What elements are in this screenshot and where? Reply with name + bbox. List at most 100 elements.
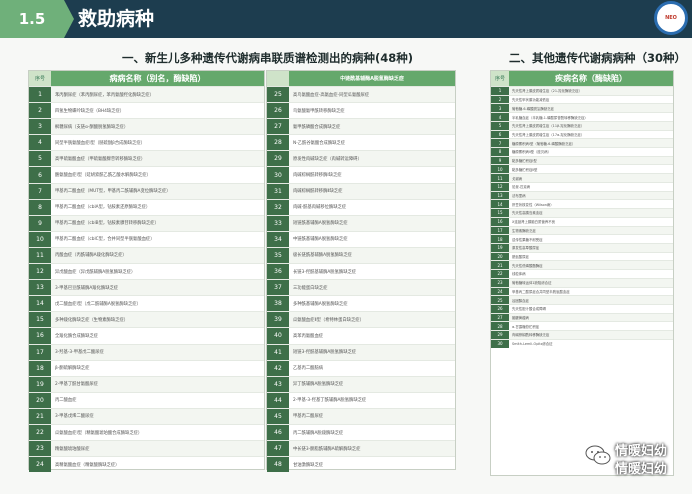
table-row: 17 3-羟基-3-甲基戊二酸尿症	[29, 343, 264, 360]
table-row: 13 3-甲基巴豆酰辅酶A羧化酶缺乏症	[29, 279, 264, 296]
table-row: 18 遗传性果糖不耐受症	[491, 234, 673, 243]
disease-name: 苯丙酮尿症（苯丙酮尿症，苯丙氨酸羟化酶缺乏症）	[51, 87, 264, 103]
disease-name: 酪氨酸血症Ⅰ型（延胡索酰乙酰乙酸水解酶缺乏症）	[55, 173, 151, 179]
table-row: 11 戈谢病	[491, 173, 673, 182]
table-row: 20 丙二酸血症	[29, 391, 264, 408]
disease-name: 甲基丙二酸尿症	[289, 408, 455, 424]
table-row: 10 甲基丙二酸血症（cblC型，合并同型半胱氨酸血症）	[29, 230, 264, 247]
table-row: 14 戊二酸血症Ⅰ型（戊二酰辅酶A脱氢酶缺乏症）	[29, 295, 264, 312]
table-row: 16 全羧化酶合成酶缺乏症	[29, 327, 264, 344]
disease-table-1: 序号 病病名称（别名，酶缺陷） 1 苯丙酮尿症（苯丙酮尿症，苯丙氨酸羟化酶缺乏症）…	[28, 70, 265, 473]
row-number: 44	[267, 392, 289, 408]
row-number: 37	[267, 280, 289, 296]
table-row: 6 先天性肾上腺皮质增生症（17α-羟化酶缺乏症）	[491, 129, 673, 139]
disease-name: 鸟氨酸氨甲酰转移酶缺乏症	[293, 108, 345, 114]
row-number: 15	[29, 312, 51, 328]
table-body: 1 先天性肾上腺皮质增生症（21-羟化酶缺乏症） 2 先天性甲状腺功能减低症 3 葡萄糖-…	[491, 86, 673, 348]
disease-name: 生物素酶缺乏症	[509, 226, 673, 235]
table-header: 中链酰基辅酶A脱氢酶缺乏症	[267, 71, 455, 86]
row-number: 31	[267, 183, 289, 199]
row-number: 25	[491, 296, 509, 304]
row-number: 7	[29, 183, 51, 199]
row-number: 12	[491, 182, 509, 191]
table-row: 47 中长链3-酮脂酰辅酶A硫解酶缺乏症	[267, 440, 455, 457]
row-number: 9	[29, 215, 51, 231]
disease-name: 原发性肉碱缺乏症（肉碱转运障碍）	[289, 151, 455, 167]
row-number: 41	[267, 344, 289, 360]
disease-name: 线粒体病	[512, 272, 526, 277]
row-number: 4	[491, 113, 509, 121]
row-number: 21	[29, 408, 51, 424]
disease-name: 全羧化酶合成酶缺乏症	[55, 333, 98, 339]
row-number: 29	[267, 151, 289, 167]
row-number: 26	[267, 103, 289, 119]
table-row: 28 N-乙酰谷氨酸合成酶缺乏症	[267, 134, 455, 151]
row-number: 27	[491, 313, 509, 322]
table-row: 45 甲基丙二酸尿症	[267, 407, 455, 424]
disease-name: 2-甲基-3-羟基丁酰辅酶A脱氢酶缺乏症	[293, 398, 367, 404]
disease-table-2: 中链酰基辅酶A脱氢酶缺乏症 25 高鸟氨酸血症-高氨血症-同型瓜氨酸尿症 26 鸟氨酸…	[266, 70, 456, 473]
table-row: 25 谷固醇血症	[491, 295, 673, 304]
table-body: 25 高鸟氨酸血症-高氨血症-同型瓜氨酸尿症 26 鸟氨酸氨甲酰转移酶缺乏症 27 氨甲酰…	[267, 86, 455, 473]
table-row: 46 丙二酰辅酶A脱羧酶缺乏症	[267, 423, 455, 441]
disease-name: 短链3-羟酰基辅酶A脱氢酶缺乏症	[289, 344, 455, 360]
disease-name: 黏多糖贮积症Ⅱ型	[512, 167, 538, 172]
disease-name: 原发性高草酸尿症	[509, 243, 673, 252]
table-row: 23 葡萄糖转运体1缺陷综合征	[491, 277, 673, 287]
disease-name: 谷固醇血症	[509, 296, 673, 304]
col-no-header: 序号	[29, 71, 51, 86]
row-number: 7	[491, 139, 509, 148]
table-row: 43 异丁酰辅酶A脱氢酶缺乏症	[267, 375, 455, 392]
row-number: 3	[29, 119, 51, 135]
disease-name: X连锁肾上腺脑白质营养不良	[512, 220, 556, 225]
table-row: 18 β-酮硫解酶缺乏症	[29, 359, 264, 376]
row-number: 19	[29, 376, 51, 392]
disease-name: 同型半胱氨酸血症Ⅰ型（胱硫醚β合成酶缺乏症）	[55, 140, 145, 146]
row-number: 16	[29, 328, 51, 344]
disease-name: 半乳糖血症（半乳糖-1-磷酸尿苷酰转移酶缺乏症）	[512, 115, 588, 120]
row-number: 32	[267, 199, 289, 215]
row-number: 28	[491, 322, 509, 331]
disease-name: 瓜氨酸血症Ⅱ型（希特林蛋白缺乏症）	[289, 312, 455, 328]
row-number: 17	[491, 226, 509, 235]
table-row: 4 半乳糖血症（半乳糖-1-磷酸尿苷酰转移酶缺乏症）	[491, 112, 673, 121]
row-number: 12	[29, 264, 51, 280]
disease-name: 中链酰基辅酶A脱氢酶缺乏症	[293, 237, 348, 243]
table-row: 34 中链酰基辅酶A脱氢酶缺乏症	[267, 230, 455, 247]
disease-name: 枫糖尿病（支链α-酮酸脱氢酶缺乏症）	[51, 119, 264, 135]
table-row: 38 多种酰基辅酶A脱氢酶缺乏症	[267, 295, 455, 312]
disease-name: 丙酸血症（丙酰辅酶A羧化酶缺乏症）	[51, 247, 264, 264]
disease-name: 甲基丙二酸尿症合并同型半胱氨酸血症	[512, 289, 570, 294]
disease-name: 丙二酸血症	[55, 398, 77, 404]
watermark-text-1: 情暖妇幼	[615, 444, 668, 459]
table-row: 6 酪氨酸血症Ⅰ型（延胡索酰乙酰乙酸水解酶缺乏症）	[29, 166, 264, 183]
disease-name: 高苯丙氨酸血症	[293, 333, 324, 339]
table-row: 41 短链3-羟酰基辅酶A脱氢酶缺乏症	[267, 343, 455, 360]
row-number: 4	[29, 135, 51, 151]
table-header: 序号 疾病名称（酶缺陷）	[491, 71, 673, 86]
table-row: 15 多种羧化酶缺乏症（生物素酶缺乏症）	[29, 311, 264, 328]
row-number: 42	[267, 360, 289, 376]
row-number: 5	[29, 151, 51, 167]
table-row: 35 极长链酰基辅酶A脱氢酶缺乏症	[267, 246, 455, 264]
table-row: 9 甲基丙二酸血症（cblB型，钴胺素腺苷转移酶缺乏症）	[29, 214, 264, 231]
table-row: 12 尼曼-匹克病	[491, 181, 673, 191]
row-number: 9	[491, 156, 509, 165]
table-row: 27 脑腱黄瘤病	[491, 312, 673, 322]
table-row: 30 Smith-Lemli-Opitz综合征	[491, 338, 673, 348]
col-no-header	[267, 71, 289, 86]
table-row: 39 瓜氨酸血症Ⅱ型（希特林蛋白缺乏症）	[267, 311, 455, 328]
disease-name: Smith-Lemli-Opitz综合征	[512, 342, 553, 347]
logo-icon: NEO	[654, 1, 688, 35]
watermark-text-2: 情暖妇幼	[615, 462, 668, 477]
table-header: 序号 病病名称（别名，酶缺陷）	[29, 71, 264, 86]
disease-name: 葡萄糖转运体1缺陷综合征	[509, 278, 673, 287]
disease-name: 先天性高胰岛素血症	[509, 209, 673, 217]
disease-name: 极长链酰基辅酶A脱氢酶缺乏症	[289, 247, 455, 264]
row-number: 2	[29, 103, 51, 119]
row-number: 10	[29, 231, 51, 247]
section-number: 1.5	[0, 0, 74, 38]
row-number: 20	[29, 392, 51, 408]
disease-name: 高精氨酸血症（精氨酸酶缺乏症）	[55, 462, 120, 468]
disease-name: 肝豆状核变性（Wilson病）	[512, 202, 554, 207]
